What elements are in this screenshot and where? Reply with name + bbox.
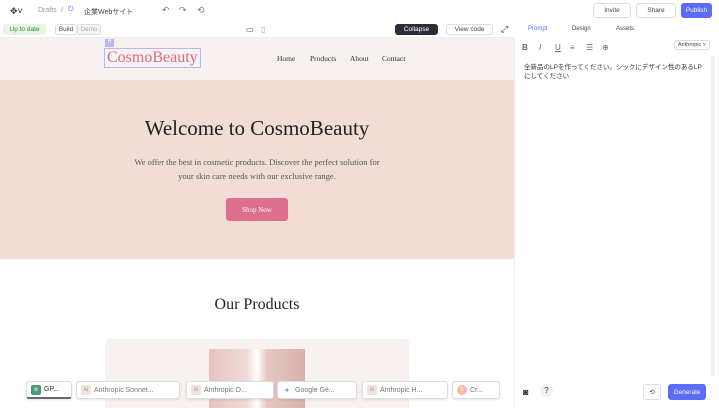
nav-products[interactable]: Products <box>310 54 336 63</box>
editor-toolbar: Up to date Build Demo ▭ ▯ Collapse View … <box>0 21 514 38</box>
bold-button[interactable]: B <box>522 43 528 52</box>
model-chip-gpt[interactable]: ⚙ GP... <box>26 381 72 399</box>
redo-icon[interactable]: ↷ <box>179 5 187 16</box>
anthropic-icon: AI <box>191 385 201 395</box>
chip-label: Anthropic Sonnet... <box>94 386 154 394</box>
breadcrumb-drafts[interactable]: Drafts <box>38 7 57 14</box>
prompt-input[interactable]: 全新品のLPを作ってください。シックにデザイン性のあるLPにしてください <box>524 63 704 81</box>
share-button[interactable]: Share <box>636 3 676 18</box>
status-label: Up to date <box>9 26 40 33</box>
hero-text-2: your skin care needs with our exclusive … <box>178 171 336 181</box>
site-nav: H CosmoBeauty Home Products About Contac… <box>0 38 514 80</box>
model-icon: S <box>457 385 467 395</box>
openai-icon: ⚙ <box>31 384 41 395</box>
discord-icon[interactable]: ◙ <box>523 387 528 397</box>
bullet-list-button[interactable]: ☰ <box>586 43 593 52</box>
share-label: Share <box>647 7 665 14</box>
invite-label: Invite <box>604 7 620 14</box>
view-code-label: View code <box>454 26 485 33</box>
model-chip-other[interactable]: S Cr... <box>452 381 500 399</box>
undo-icon[interactable]: ↶ <box>162 5 170 16</box>
mode-demo-tab[interactable]: Demo <box>77 24 101 35</box>
chip-label: GP... <box>44 386 60 393</box>
tab-prompt[interactable]: Prompt <box>528 26 547 32</box>
products-title: Our Products <box>214 296 300 313</box>
collapse-button[interactable]: Collapse <box>395 24 438 35</box>
help-icon[interactable]: ? <box>540 384 553 397</box>
hero-text-1: We offer the best in cosmetic products. … <box>134 157 380 167</box>
nav-home[interactable]: Home <box>277 54 295 63</box>
history-icon[interactable]: ⟲ <box>197 5 205 16</box>
collapse-label: Collapse <box>403 26 430 33</box>
expand-icon[interactable]: ⤢ <box>501 24 508 35</box>
scrollbar[interactable] <box>711 56 715 376</box>
ordered-list-button[interactable]: ≡ <box>570 43 575 52</box>
nav-about[interactable]: About <box>350 54 369 63</box>
add-image-button[interactable]: ⊕ <box>602 43 609 52</box>
app-menu-icon[interactable]: ✥˅ <box>10 6 23 17</box>
invite-button[interactable]: Invite <box>593 3 631 18</box>
italic-button[interactable]: I <box>539 43 541 52</box>
model-chip-opus[interactable]: AI Anthropic O... <box>186 381 274 399</box>
tab-design[interactable]: Design <box>572 26 591 32</box>
publish-button[interactable]: Publish <box>681 3 712 18</box>
chip-label: Anthropic H... <box>380 386 423 394</box>
shop-now-label: Shop Now <box>242 205 272 214</box>
chip-label: Cr... <box>470 386 483 394</box>
hero-section: Welcome to CosmoBeauty We offer the best… <box>0 80 514 259</box>
build-label: Build <box>58 26 74 33</box>
chip-label: Google Ge... <box>295 386 335 394</box>
site-preview: H CosmoBeauty Home Products About Contac… <box>0 38 514 408</box>
product-image <box>209 349 305 408</box>
selection-badge: H <box>105 39 114 47</box>
chip-label: Anthropic O... <box>204 386 247 394</box>
generate-label: Generate <box>673 388 701 396</box>
mobile-view-icon[interactable]: ▯ <box>261 25 265 34</box>
side-panel: Prompt Design Assets B I U ≡ ☰ ⊕ Anthrop… <box>514 26 719 408</box>
project-name[interactable]: 企業Webサイト <box>84 7 133 17</box>
hero-title: Welcome to CosmoBeauty <box>144 116 370 140</box>
refresh-icon: ⟲ <box>649 389 655 396</box>
anthropic-icon: AI <box>367 385 377 395</box>
model-chip-haiku[interactable]: AI Anthropic H... <box>362 381 448 399</box>
mode-build-tab[interactable]: Build <box>55 24 77 35</box>
model-select[interactable]: Anthropic ˅ <box>674 40 710 50</box>
anthropic-icon: AI <box>81 385 91 395</box>
view-code-button[interactable]: View code <box>446 24 493 35</box>
status-badge: Up to date <box>3 24 46 35</box>
desktop-view-icon[interactable]: ▭ <box>246 25 254 34</box>
demo-label: Demo <box>80 26 98 33</box>
shop-now-button[interactable]: Shop Now <box>226 198 288 221</box>
model-select-value: Anthropic <box>678 42 702 48</box>
breadcrumb-separator: / <box>61 7 63 14</box>
model-chip-sonnet[interactable]: AI Anthropic Sonnet... <box>76 381 180 399</box>
model-chip-google[interactable]: ✦ Google Ge... <box>277 381 357 399</box>
site-logo[interactable]: CosmoBeauty <box>104 48 201 68</box>
top-bar: ✥˅ Drafts / ⏻ 企業Webサイト ↶ ↷ ⟲ Invite Shar… <box>0 0 719 21</box>
refresh-button[interactable]: ⟲ <box>643 384 661 400</box>
generate-button[interactable]: Generate <box>668 384 706 400</box>
gemini-icon: ✦ <box>283 385 291 395</box>
tab-assets[interactable]: Assets <box>616 26 634 32</box>
project-icon: ⏻ <box>68 6 74 13</box>
publish-label: Publish <box>685 7 708 14</box>
underline-button[interactable]: U <box>555 43 561 52</box>
nav-contact[interactable]: Contact <box>382 54 405 63</box>
